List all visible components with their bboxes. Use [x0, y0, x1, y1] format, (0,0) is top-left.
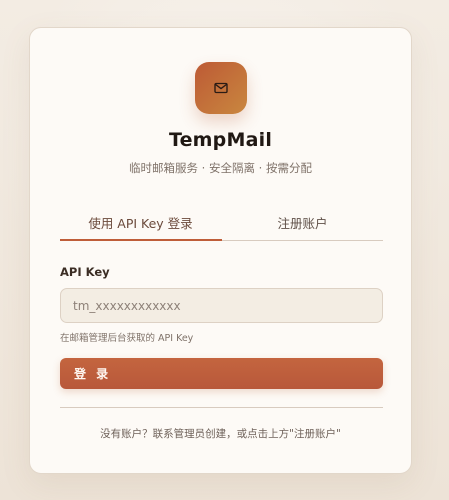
- api-key-label: API Key: [60, 265, 110, 279]
- tab-register[interactable]: 注册账户: [222, 209, 383, 239]
- footer-divider: [60, 407, 383, 408]
- login-button[interactable]: 登 录: [60, 358, 383, 389]
- login-card: TempMail 临时邮箱服务 · 安全隔离 · 按需分配 使用 API Key…: [29, 27, 412, 474]
- mail-icon: [214, 82, 228, 94]
- api-key-input[interactable]: [60, 288, 383, 323]
- tab-login[interactable]: 使用 API Key 登录: [60, 209, 221, 239]
- active-tab-indicator: [60, 239, 222, 241]
- page-title: TempMail: [168, 129, 273, 151]
- footer-help-text: 没有账户？联系管理员创建，或点击上方"注册账户": [100, 428, 341, 440]
- auth-tabs: 使用 API Key 登录 注册账户: [60, 209, 383, 241]
- app-logo: [195, 62, 247, 114]
- page-subtitle: 临时邮箱服务 · 安全隔离 · 按需分配: [129, 161, 312, 175]
- api-key-hint: 在邮箱管理后台获取的 API Key: [60, 333, 194, 344]
